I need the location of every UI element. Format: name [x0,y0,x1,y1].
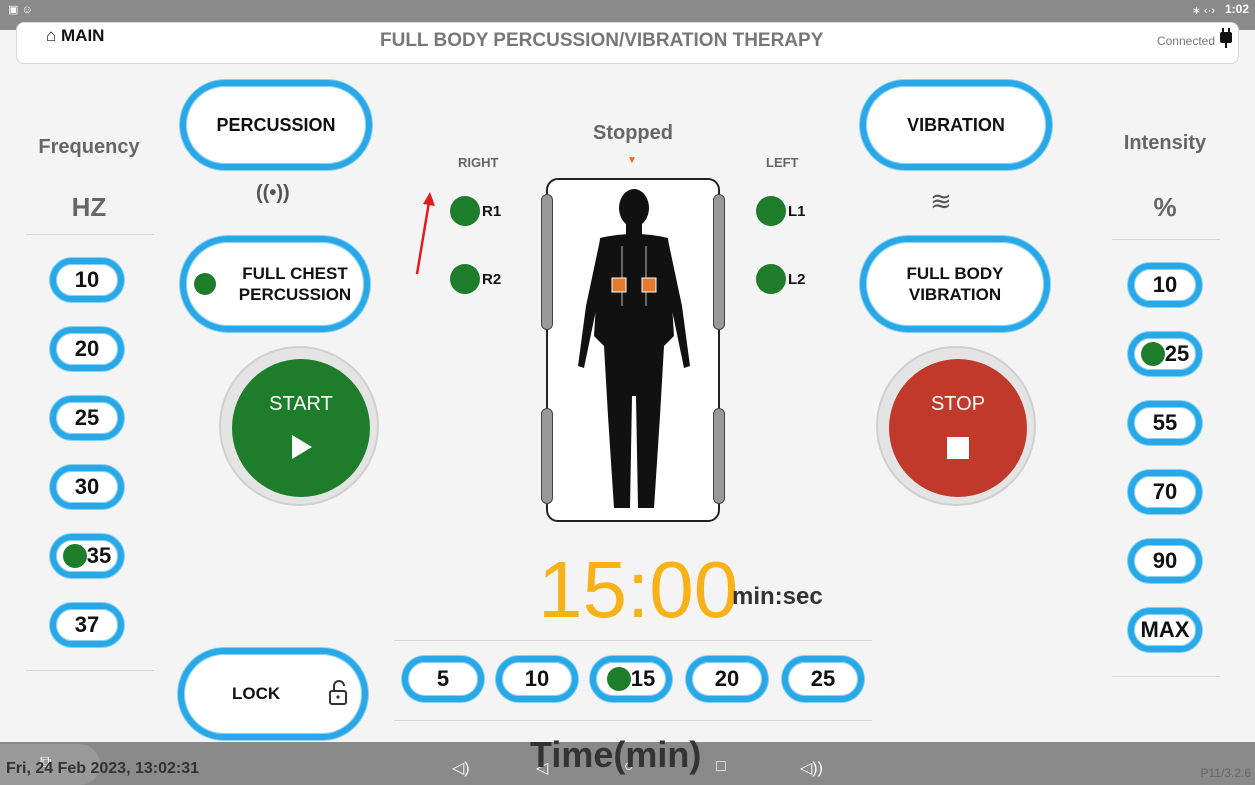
selected-indicator [1140,342,1165,366]
time-option-5[interactable]: 5 [402,656,484,702]
site-r1-button[interactable]: R1 [450,196,501,226]
left-side-label: LEFT [766,155,799,170]
play-icon [232,435,370,465]
intensity-option-25[interactable]: 25 [1128,332,1202,376]
percussion-icon: ((•)) [256,182,290,204]
stop-label: STOP [930,393,986,415]
site-l1-button[interactable]: L1 [756,196,806,226]
time-option-20[interactable]: 20 [686,656,768,702]
active-indicator [194,273,216,295]
bluetooth-icon: ∗ ‹·› [1191,5,1215,17]
date-time: Fri, 24 Feb 2023, 13:02:31 [6,760,199,777]
frequency-option-37[interactable]: 37 [50,603,124,647]
divider [26,234,154,235]
clock: 1:02 [1224,2,1249,16]
frequency-unit: HZ [71,192,107,222]
site-r2-button[interactable]: R2 [450,264,501,294]
home-icon: ⌂ [46,26,57,45]
rail-right-bottom [713,408,725,504]
volume-down-icon[interactable]: ◁) [452,758,470,778]
divider [1112,676,1220,677]
full-chest-percussion-button[interactable]: FULL CHEST PERCUSSION [180,236,370,332]
time-caption: Time(min) [530,734,702,775]
frequency-option-25[interactable]: 25 [50,396,124,440]
therapy-status: Stopped [593,122,673,144]
vibration-waves-icon: ≋ [930,186,952,216]
notification-icons: ▣ ☺ [8,4,33,16]
stop-square-icon [889,437,1027,465]
divider [26,670,154,671]
unlock-icon [328,680,348,711]
rail-left-top [541,194,553,330]
frequency-option-30[interactable]: 30 [50,465,124,509]
start-label: START [269,393,333,415]
rail-right-top [713,194,725,330]
site-l2-button[interactable]: L2 [756,264,806,294]
start-button[interactable]: START [219,346,379,506]
site-indicator [756,264,786,294]
frequency-option-20[interactable]: 20 [50,327,124,371]
body-diagram [541,178,725,522]
timer-unit: min:sec [732,583,823,610]
page-title: FULL BODY PERCUSSION/VIBRATION THERAPY [380,30,824,51]
main-home-link[interactable]: ⌂ MAIN [46,26,104,46]
vibration-button[interactable]: VIBRATION [860,80,1052,170]
frequency-title: Frequency [38,136,140,158]
intensity-option-90[interactable]: 90 [1128,539,1202,583]
frequency-option-35[interactable]: 35 [50,534,124,578]
selected-indicator [606,667,631,691]
timer-display: 15:00 [538,545,739,634]
version-label: P11/3.2.6 [1200,766,1251,780]
full-body-vibration-button[interactable]: FULL BODY VIBRATION [860,236,1050,332]
intensity-option-10[interactable]: 10 [1128,263,1202,307]
lock-button[interactable]: LOCK [178,648,368,740]
plug-icon [1219,28,1233,53]
time-option-15[interactable]: 15 [590,656,672,702]
arrow-annotation-icon [408,190,438,281]
recents-icon[interactable]: □ [716,758,726,776]
divider [1112,239,1220,240]
caret-down-icon: ▼ [627,155,637,166]
time-option-10[interactable]: 10 [496,656,578,702]
site-indicator [756,196,786,226]
right-side-label: RIGHT [458,155,499,170]
human-silhouette-icon [578,189,690,508]
percussion-button[interactable]: PERCUSSION [180,80,372,170]
site-indicator [450,264,480,294]
main-label: MAIN [61,26,105,45]
intensity-option-70[interactable]: 70 [1128,470,1202,514]
intensity-option-max[interactable]: MAX [1128,608,1202,652]
frequency-option-10[interactable]: 10 [50,258,124,302]
intensity-unit: % [1153,192,1177,222]
divider [394,720,872,721]
divider [394,640,872,641]
connection-status: Connected [1156,34,1215,48]
intensity-title: Intensity [1123,132,1207,154]
site-indicator [450,196,480,226]
volume-up-icon[interactable]: ◁)) [800,758,823,778]
rail-left-bottom [541,408,553,504]
time-option-25[interactable]: 25 [782,656,864,702]
intensity-option-55[interactable]: 55 [1128,401,1202,445]
selected-indicator [62,544,87,568]
stop-button[interactable]: STOP [876,346,1036,506]
